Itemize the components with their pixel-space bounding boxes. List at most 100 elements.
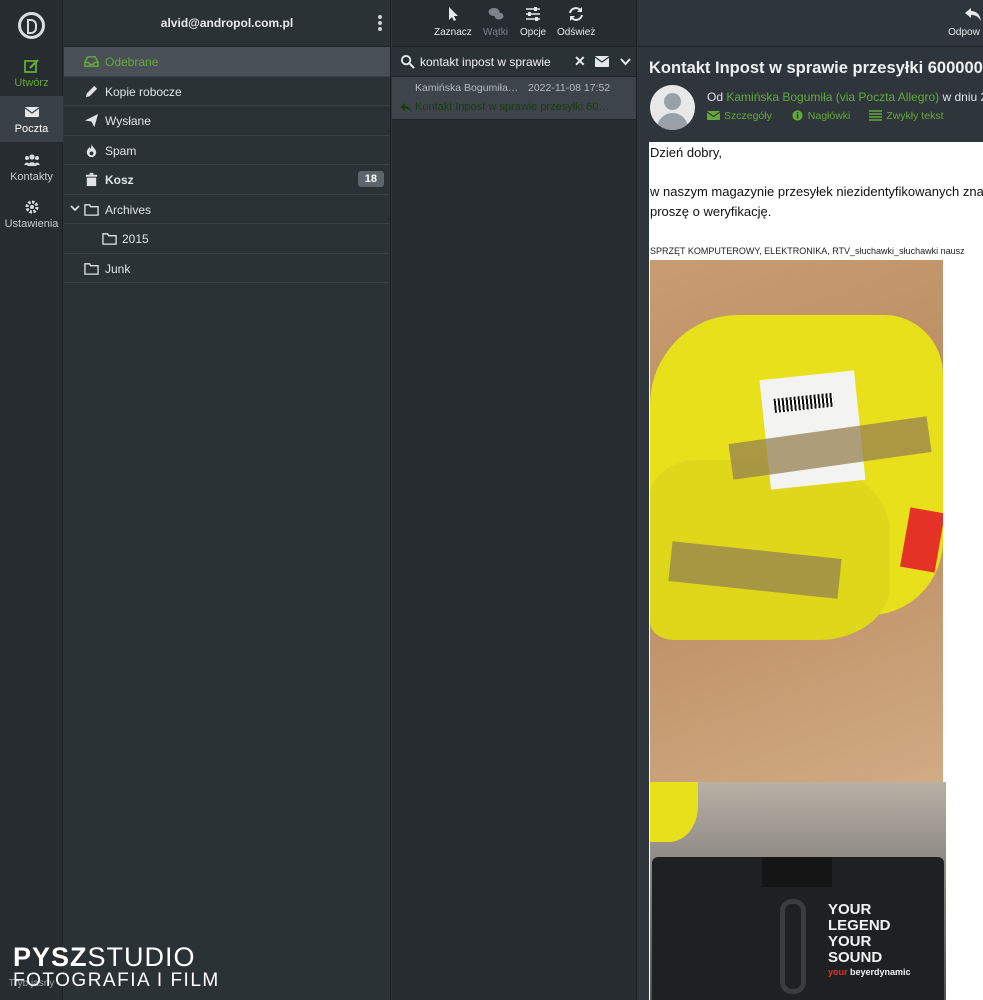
folder-pane-header: alvid@andropol.com.pl (64, 0, 390, 47)
envelope-icon[interactable] (595, 56, 609, 67)
folder-label: Spam (105, 143, 137, 158)
chevron-down-icon[interactable] (620, 56, 631, 67)
folder-trash[interactable]: Kosz 18 (64, 165, 390, 195)
sliders-icon (526, 7, 541, 21)
lines-icon (869, 110, 883, 121)
body-category: SPRZĘT KOMPUTEROWY, ELEKTRONIKA, RTV_słu… (650, 246, 965, 256)
folder-2015[interactable]: 2015 (64, 224, 390, 254)
folder-label: Kopie robocze (105, 84, 182, 99)
header-links: Szczegóły Nagłówki Zwykły tekst (707, 110, 959, 122)
message-from: Kamińska Bogumiła (via Poczta Allegro) (415, 82, 521, 94)
body-line-1: w naszym magazynie przesyłek niezidentyf… (650, 184, 983, 199)
list-toolbar: Zaznacz Wątki Opcje Odśwież (392, 0, 636, 47)
folder-pane: alvid@andropol.com.pl Odebrane Kopie rob… (64, 0, 391, 1000)
folder-icon (84, 203, 99, 216)
message-date: 2022-11-08 17:52 (528, 82, 611, 94)
options-button[interactable]: Opcje (520, 6, 546, 38)
pencil-icon (85, 85, 98, 97)
rail-contacts-label: Kontakty (10, 171, 53, 183)
account-email: alvid@andropol.com.pl (160, 16, 294, 30)
message-body: Dzień dobry, w naszym magazynie przesyłe… (649, 142, 983, 1000)
search-icon (400, 54, 415, 69)
body-greeting: Dzień dobry, (650, 145, 723, 160)
sender-link[interactable]: Kamińska Bogumiła (via Poczta Allegro) (726, 90, 939, 104)
options-label: Opcje (520, 27, 547, 38)
folder-spam[interactable]: Spam (64, 136, 390, 165)
left-rail: Utwórz Poczta Kontakty Ustawienia Tryb j… (0, 0, 63, 1000)
watermark-rest: STUDIO (87, 942, 196, 972)
threads-button[interactable]: Wątki (483, 6, 508, 38)
rail-mail[interactable]: Poczta (0, 96, 63, 142)
mail-icon (24, 107, 39, 117)
select-button[interactable]: Zaznacz (434, 6, 472, 38)
cursor-icon (448, 7, 458, 21)
folder-label: Kosz (105, 173, 134, 187)
reply-icon (965, 8, 981, 21)
fire-icon (86, 143, 97, 157)
folder-label: Odebrane (105, 55, 159, 69)
message-title: Kontakt Inpost w sprawie przesyłki 60000… (649, 59, 983, 77)
reading-pane: Odpow Kontakt Inpost w sprawie przesyłki… (638, 0, 983, 1000)
reply-button[interactable]: Odpow (947, 6, 981, 38)
folder-junk[interactable]: Junk (64, 254, 390, 283)
details-link[interactable]: Szczegóły (707, 110, 780, 122)
folder-inbox[interactable]: Odebrane (64, 47, 390, 77)
search-bar: kontakt inpost w sprawie ✕ (392, 47, 636, 77)
headphones-box-photo[interactable]: YOUR LEGEND YOUR SOUND your beyerdynamic (650, 782, 946, 1000)
envelope-icon (707, 111, 720, 120)
from-prefix: Od (707, 90, 724, 104)
folder-label: Junk (105, 261, 131, 276)
rail-compose-label: Utwórz (14, 77, 49, 89)
box-brand-your: your (828, 967, 848, 977)
headers-label: Nagłówki (807, 110, 851, 122)
folder-drafts[interactable]: Kopie robocze (64, 77, 390, 106)
gear-icon (25, 200, 38, 214)
plain-text-link[interactable]: Zwykły tekst (869, 110, 951, 122)
refresh-label: Odśwież (557, 27, 596, 38)
rail-mail-label: Poczta (14, 123, 49, 135)
body-line-2: proszę o weryfikację. (650, 204, 772, 219)
chevron-down-icon[interactable] (70, 203, 80, 213)
message-list-pane: Zaznacz Wątki Opcje Odśwież kontakt inpo… (392, 0, 637, 1000)
box-brand: your beyerdynamic (828, 967, 911, 977)
compose-icon (23, 59, 39, 73)
headphones-icon (780, 899, 806, 994)
chat-bubbles-icon (488, 8, 503, 20)
sender-avatar (650, 85, 695, 130)
reply-label: Odpow (948, 27, 980, 38)
info-icon (792, 110, 803, 121)
message-list-item[interactable]: Kamińska Bogumiła (via Poczta Allegro) 2… (392, 77, 636, 120)
send-icon (84, 113, 99, 128)
sender-line: Od Kamińska Bogumiła (via Poczta Allegro… (707, 90, 983, 104)
headers-link[interactable]: Nagłówki (791, 110, 859, 122)
message-subject: Kontakt Inpost w sprawie przesyłki 60000… (415, 101, 611, 113)
contacts-icon (23, 154, 40, 166)
box-brand-name: beyerdynamic (850, 967, 911, 977)
folder-icon (102, 233, 117, 245)
rail-settings[interactable]: Ustawienia (0, 191, 63, 237)
details-label: Szczegóły (724, 110, 772, 122)
package-photo[interactable] (650, 260, 943, 782)
threads-label: Wątki (483, 27, 508, 38)
replied-icon (400, 103, 412, 113)
plain-text-label: Zwykły tekst (886, 110, 944, 122)
folder-icon (84, 262, 99, 275)
rail-settings-label: Ustawienia (4, 218, 59, 230)
rail-compose[interactable]: Utwórz (0, 50, 63, 96)
app-logo-icon[interactable] (18, 12, 45, 39)
folder-label: 2015 (122, 232, 149, 246)
folder-label: Wysłane (105, 114, 151, 128)
select-label: Zaznacz (434, 27, 472, 38)
watermark-line2: FOTOGRAFIA I FILM (13, 970, 220, 991)
refresh-icon (569, 7, 584, 21)
inbox-icon (84, 56, 99, 67)
box-print-text: YOUR LEGEND YOUR SOUND (828, 901, 891, 966)
search-input[interactable]: kontakt inpost w sprawie (420, 55, 570, 69)
rail-contacts[interactable]: Kontakty (0, 144, 63, 190)
folder-sent[interactable]: Wysłane (64, 106, 390, 136)
refresh-button[interactable]: Odśwież (557, 6, 595, 38)
account-menu-icon[interactable] (378, 15, 382, 31)
clear-search-icon[interactable]: ✕ (574, 53, 586, 70)
folder-archives[interactable]: Archives (64, 195, 390, 224)
reader-toolbar: Odpow (638, 0, 983, 47)
